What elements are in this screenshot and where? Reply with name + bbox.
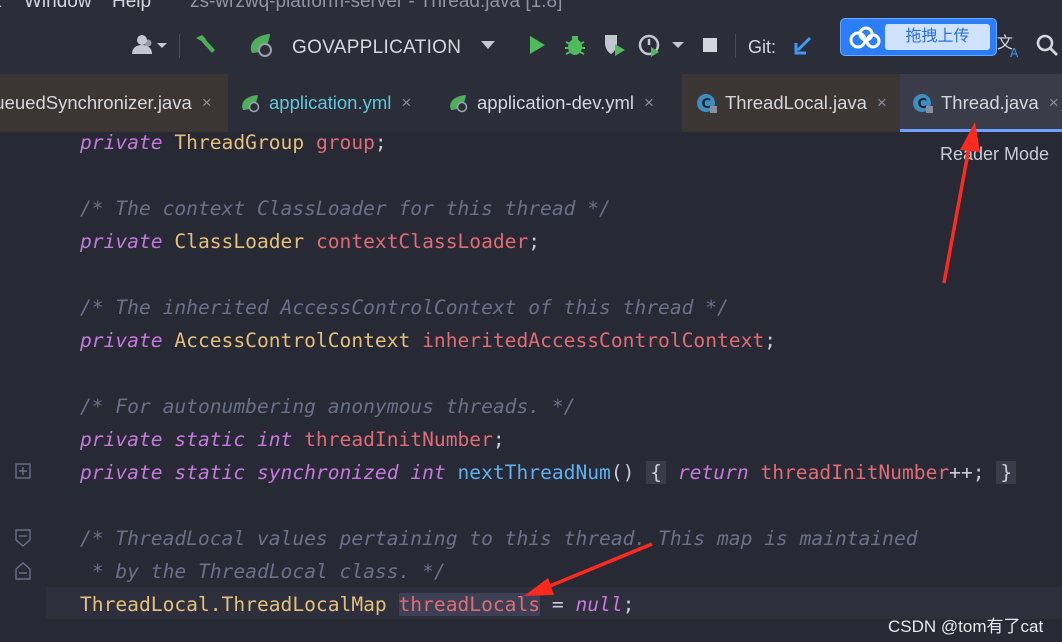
code-comment: * by the ThreadLocal class. */ [80,560,446,583]
run-config-label[interactable]: GOVAPPLICATION [292,37,461,59]
menu-bar: t Window Help zs-wrzwq-platform-server -… [0,0,1062,16]
tab-label: application.yml [269,92,392,113]
reader-mode-toggle[interactable]: Reader Mode [940,144,1049,165]
fold-end-icon[interactable] [15,562,31,585]
code-line-folded-method: private static synchronized int nextThre… [80,458,1017,488]
menu-item-window[interactable]: Window [24,0,92,13]
cloud-icon [849,26,881,55]
tab-queued-synchronizer[interactable]: eueuedSynchronizer.java × [0,74,228,132]
search-icon[interactable] [1034,29,1060,61]
tab-application-dev-yml[interactable]: application-dev.yml × [436,74,682,132]
stop-icon[interactable] [698,29,722,61]
tab-label: Thread.java [941,92,1039,113]
code-line: private AccessControlContext inheritedAc… [80,329,777,352]
watermark: CSDN @tom有了cat [888,617,1044,636]
upload-widget[interactable]: 拖拽上传 [840,18,997,56]
code-comment: /* For autonumbering anonymous threads. … [80,395,576,418]
code-comment: /* ThreadLocal values pertaining to this… [80,527,918,550]
code-line: private ThreadGroup group; [80,132,387,154]
debug-icon[interactable] [561,29,589,61]
run-icon[interactable] [524,29,550,61]
spring-icon [244,29,278,61]
svg-text:C: C [702,97,712,112]
code-comment: /* The context ClassLoader for this thre… [80,197,611,220]
user-icon[interactable] [128,29,168,61]
profiler-icon[interactable] [636,29,686,61]
editor-tab-bar: eueuedSynchronizer.java × application.ym… [0,74,1062,132]
tab-application-yml[interactable]: application.yml × [228,74,436,132]
svg-text:A: A [1010,46,1019,59]
toolbar-separator [735,34,736,58]
fold-expand-icon[interactable] [15,463,31,484]
dropdown-icon[interactable] [478,29,498,61]
spring-file-icon [240,93,262,113]
git-label: Git: [748,37,777,57]
fold-start-icon[interactable] [15,529,31,552]
close-icon[interactable]: × [401,93,411,113]
window-title: zs-wrzwq-platform-server - Thread.java [… [190,0,563,12]
git-update-icon[interactable] [790,29,816,61]
selected-identifier[interactable]: threadLocals [398,593,541,616]
code-editor[interactable]: Reader Mode private ThreadGroup group; /… [0,132,1062,642]
tab-label: eueuedSynchronizer.java [0,92,192,113]
menu-item-partial[interactable]: t [0,0,1,13]
close-icon[interactable]: × [202,93,212,113]
tab-label: ThreadLocal.java [725,92,867,113]
close-icon[interactable]: × [644,93,654,113]
close-icon[interactable]: × [1049,93,1059,113]
close-icon[interactable]: × [877,93,887,113]
tab-label: application-dev.yml [477,92,634,113]
class-icon: C [696,92,718,114]
menu-item-help[interactable]: Help [112,0,151,13]
code-line-current: ThreadLocal.ThreadLocalMap threadLocals … [80,593,635,616]
class-icon: C [912,92,934,114]
upload-label[interactable]: 拖拽上传 [885,24,990,50]
code-line: private ClassLoader contextClassLoader; [80,230,541,253]
folded-brace[interactable]: { [646,461,667,484]
tab-thread-java[interactable]: C Thread.java × [900,74,1062,132]
toolbar-separator [179,34,180,58]
spring-file-icon [448,93,470,113]
editor-gutter [0,132,46,642]
coverage-icon[interactable] [600,29,628,61]
folded-brace[interactable]: } [996,461,1017,484]
translate-icon[interactable]: 文A [994,29,1024,61]
tab-threadlocal-java[interactable]: C ThreadLocal.java × [682,74,900,132]
code-comment: /* The inherited AccessControlContext of… [80,296,729,319]
hammer-icon[interactable] [190,29,220,61]
code-line: private static int threadInitNumber; [80,428,505,451]
svg-text:C: C [918,97,928,112]
